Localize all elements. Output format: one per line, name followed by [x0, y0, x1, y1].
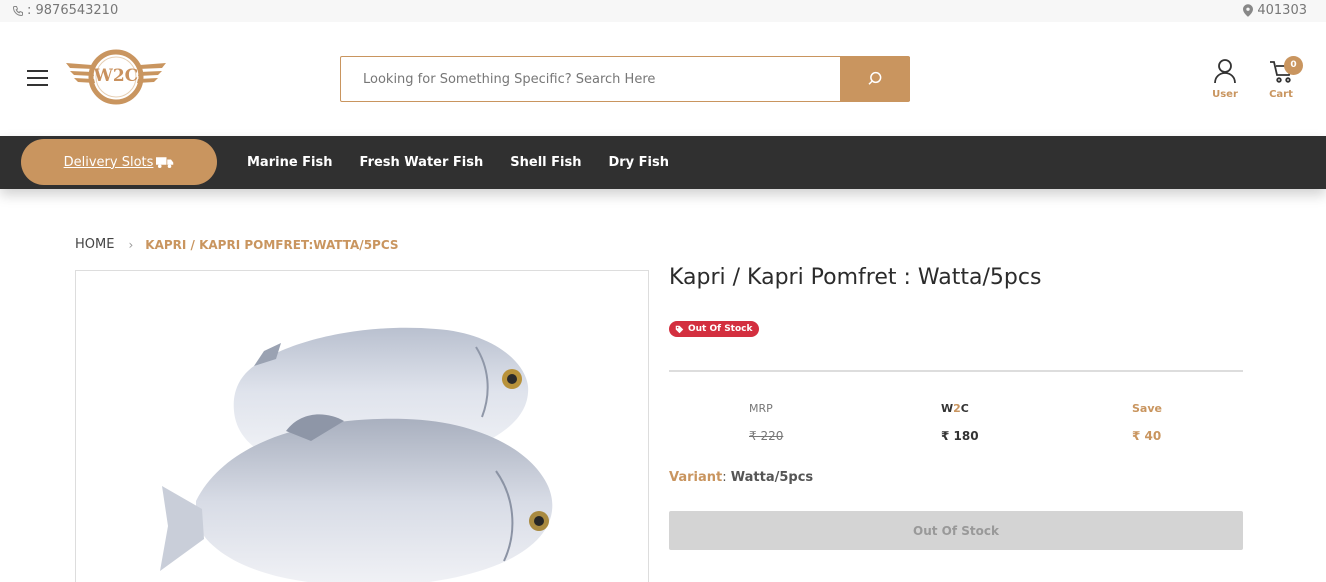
site-logo[interactable]: W2C: [62, 47, 170, 107]
product-image-frame[interactable]: [75, 270, 649, 582]
cart-label: Cart: [1269, 89, 1293, 100]
phone-number: : 9876543210: [27, 3, 119, 18]
search-bar: [340, 56, 910, 102]
nav-link-marine-fish[interactable]: Marine Fish: [247, 155, 333, 170]
menu-icon[interactable]: [27, 70, 48, 86]
phone-icon: [12, 5, 23, 16]
mrp-value: ₹ 220: [749, 429, 784, 443]
delivery-pincode[interactable]: 401303: [1243, 3, 1307, 18]
product-title: Kapri / Kapri Pomfret : Watta/5pcs: [669, 265, 1042, 290]
w2c-label: W2C: [941, 402, 969, 415]
breadcrumb-current: KAPRI / KAPRI POMFRET:WATTA/5PCS: [145, 237, 399, 252]
tag-icon: [675, 325, 684, 333]
variant-key: Variant: [669, 470, 723, 485]
pincode-text: 401303: [1257, 3, 1307, 18]
delivery-slots-button[interactable]: Delivery Slots: [21, 139, 217, 185]
truck-icon: [156, 156, 174, 168]
search-button[interactable]: [840, 57, 910, 101]
section-divider: [669, 370, 1243, 372]
nav-link-dry-fish[interactable]: Dry Fish: [608, 155, 669, 170]
breadcrumb: HOME › KAPRI / KAPRI POMFRET:WATTA/5PCS: [75, 237, 399, 252]
user-account-button[interactable]: User: [1203, 58, 1247, 100]
search-input[interactable]: [341, 57, 840, 101]
top-info-strip: : 9876543210 401303: [0, 0, 1326, 22]
cart-count-badge: 0: [1284, 56, 1303, 75]
w2c-price-value: ₹ 180: [941, 429, 979, 443]
breadcrumb-home-link[interactable]: HOME: [75, 237, 114, 252]
variant-value: Watta/5pcs: [730, 470, 814, 485]
save-label: Save: [1132, 402, 1162, 415]
variant-info: Variant: Watta/5pcs: [669, 470, 814, 485]
cart-button[interactable]: 0 Cart: [1259, 56, 1303, 100]
price-w2c: W2C ₹ 180: [941, 402, 979, 443]
map-pin-icon: [1243, 4, 1254, 17]
out-of-stock-button[interactable]: Out Of Stock: [669, 511, 1243, 550]
user-label: User: [1212, 89, 1238, 100]
nav-link-fresh-water-fish[interactable]: Fresh Water Fish: [360, 155, 484, 170]
user-icon: [1214, 59, 1236, 84]
product-image-pomfret: [160, 327, 553, 582]
mrp-label: MRP: [749, 402, 773, 415]
category-navbar: Delivery Slots Marine Fish Fresh Water F…: [0, 136, 1326, 189]
stock-status-text: Out Of Stock: [688, 324, 753, 334]
price-mrp: MRP ₹ 220: [749, 402, 783, 443]
stock-status-badge: Out Of Stock: [669, 321, 760, 337]
search-icon: [868, 71, 882, 85]
chevron-right-icon: ›: [128, 237, 134, 252]
save-value: ₹ 40: [1132, 429, 1162, 443]
delivery-slots-label: Delivery Slots: [63, 154, 154, 170]
nav-link-shell-fish[interactable]: Shell Fish: [510, 155, 581, 170]
contact-phone[interactable]: : 9876543210: [12, 3, 118, 18]
price-save: Save ₹ 40: [1132, 402, 1162, 443]
logo-text: W2C: [93, 66, 139, 86]
site-header: W2C User 0 Cart: [0, 22, 1326, 136]
category-links: Marine Fish Fresh Water Fish Shell Fish …: [247, 136, 669, 189]
